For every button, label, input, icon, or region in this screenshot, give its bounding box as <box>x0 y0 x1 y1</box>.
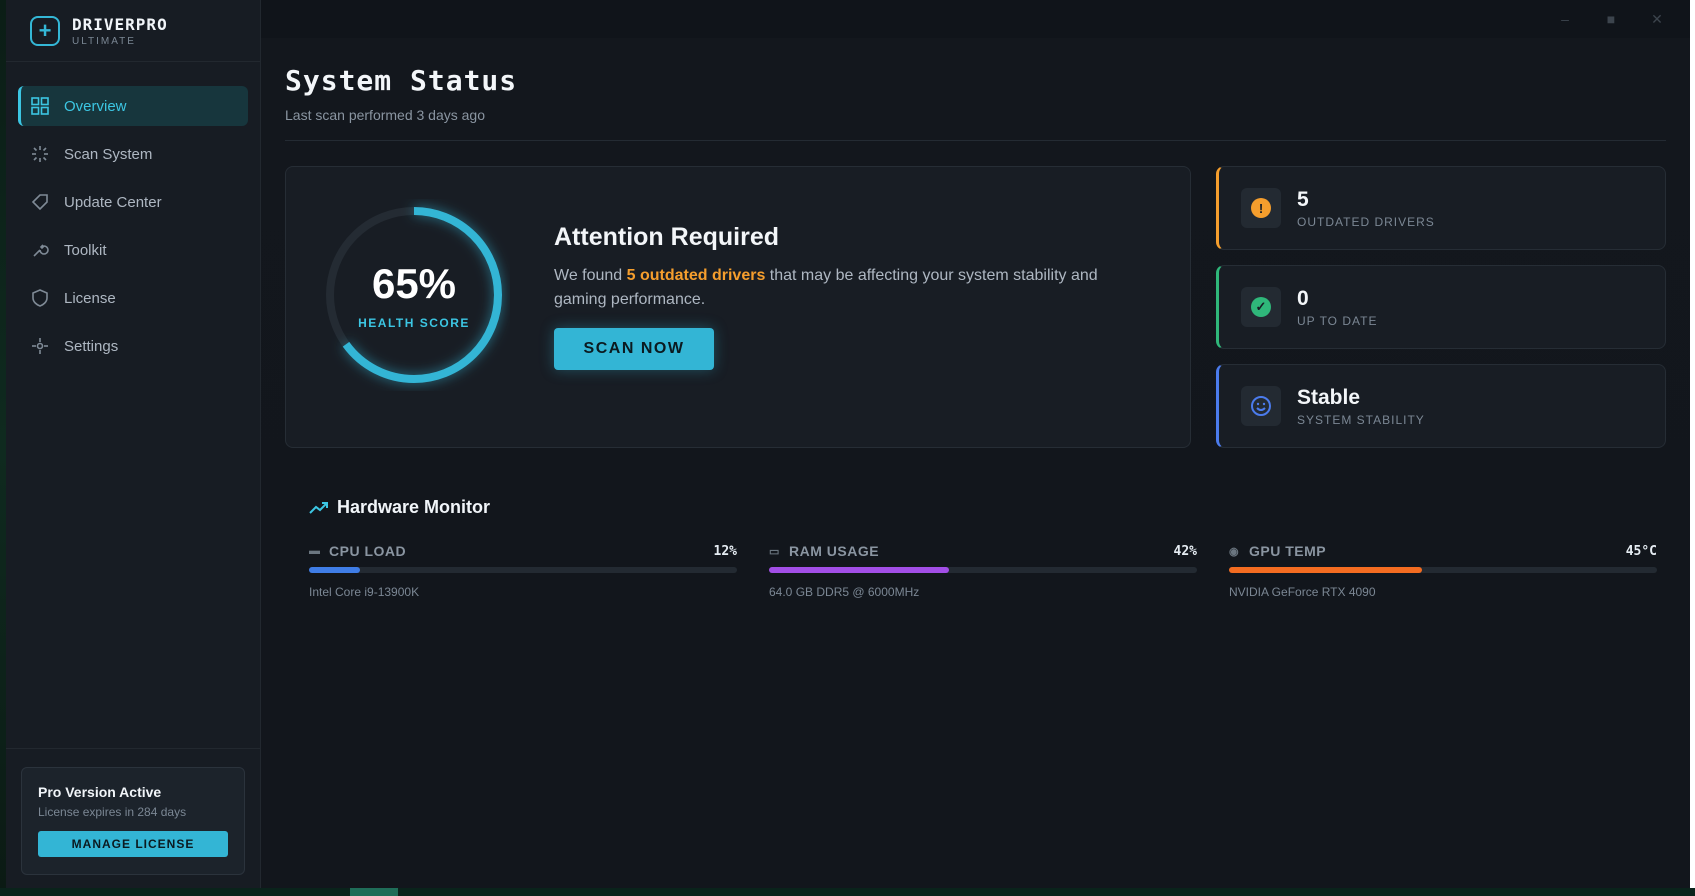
stat-card-up-to-date: ✓ 0 UP TO DATE <box>1216 265 1666 349</box>
hw-name: CPU LOAD <box>329 543 407 559</box>
page-subtitle: Last scan performed 3 days ago <box>285 107 486 123</box>
hw-value: 45°C <box>1625 543 1657 559</box>
sidebar-item-label: Toolkit <box>64 241 107 259</box>
manage-license-button[interactable]: MANAGE LICENSE <box>38 831 228 857</box>
close-icon[interactable]: ✕ <box>1634 11 1680 28</box>
memory-icon: ▭ <box>769 545 780 558</box>
page-title: System Status <box>285 64 518 97</box>
taskbar <box>0 888 1695 896</box>
hw-detail: Intel Core i9-13900K <box>309 585 420 599</box>
sidebar-item-settings[interactable]: Settings <box>18 326 248 366</box>
maximize-icon[interactable]: ■ <box>1588 11 1634 27</box>
attention-title: Attention Required <box>554 223 779 251</box>
warning-icon: ! <box>1251 198 1271 218</box>
hardware-monitor-header: Hardware Monitor <box>309 497 490 518</box>
brand: + DRIVERPRO ULTIMATE <box>6 0 260 62</box>
hw-gpu: ◉ GPU TEMP 45°C NVIDIA GeForce RTX 4090 <box>1229 543 1657 599</box>
gauge-text: 65% HEALTH SCORE <box>318 199 510 391</box>
tag-icon <box>30 192 50 212</box>
license-expiry: License expires in 284 days <box>38 805 187 819</box>
grid-icon <box>30 96 50 116</box>
sidebar: + DRIVERPRO ULTIMATE Overview Scan Syste… <box>6 0 261 890</box>
sidebar-item-license[interactable]: License <box>18 278 248 318</box>
shield-icon <box>30 288 50 308</box>
hw-track <box>309 567 737 573</box>
trending-up-icon <box>309 501 328 514</box>
sidebar-item-label: Scan System <box>64 145 153 163</box>
gpu-temp-icon: ◉ <box>1229 545 1240 558</box>
header-divider <box>285 140 1666 141</box>
sidebar-item-label: Settings <box>64 337 119 355</box>
sidebar-item-label: License <box>64 289 116 307</box>
sidebar-nav: Overview Scan System Update Center Toolk… <box>6 62 260 366</box>
cpu-load-bar <box>309 567 361 573</box>
attention-message: We found 5 outdated drivers that may be … <box>554 264 1154 312</box>
stat-card-stability: Stable SYSTEM STABILITY <box>1216 364 1666 448</box>
ram-usage-bar <box>769 567 949 573</box>
license-card: Pro Version Active License expires in 28… <box>21 767 245 875</box>
stat-label: SYSTEM STABILITY <box>1297 412 1425 427</box>
hw-value: 42% <box>1173 543 1197 559</box>
hw-cpu: ▬ CPU LOAD 12% Intel Core i9-13900K <box>309 543 737 599</box>
hw-name: GPU TEMP <box>1249 543 1327 559</box>
hw-track <box>1229 567 1657 573</box>
divider <box>6 748 261 749</box>
stat-label: OUTDATED DRIVERS <box>1297 214 1435 229</box>
main-content: – ■ ✕ System Status Last scan performed … <box>261 0 1690 890</box>
cpu-icon: ▬ <box>309 545 321 557</box>
health-card: 65% HEALTH SCORE Attention Required We f… <box>285 166 1191 448</box>
check-icon: ✓ <box>1251 297 1271 317</box>
stat-value: 0 <box>1297 286 1309 310</box>
sidebar-item-label: Update Center <box>64 193 162 211</box>
stat-card-outdated: ! 5 OUTDATED DRIVERS <box>1216 166 1666 250</box>
sidebar-item-scan-system[interactable]: Scan System <box>18 134 248 174</box>
message-prefix: We found <box>554 267 627 284</box>
titlebar: – ■ ✕ <box>261 0 1690 38</box>
stat-icon-box: ✓ <box>1241 287 1281 327</box>
hw-name: RAM USAGE <box>789 543 880 559</box>
scan-icon <box>30 144 50 164</box>
sidebar-item-update-center[interactable]: Update Center <box>18 182 248 222</box>
app-window: + DRIVERPRO ULTIMATE Overview Scan Syste… <box>6 0 1690 890</box>
stat-icon-box: ! <box>1241 188 1281 228</box>
settings-icon <box>30 336 50 356</box>
stat-label: UP TO DATE <box>1297 313 1378 328</box>
hw-detail: 64.0 GB DDR5 @ 6000MHz <box>769 585 920 599</box>
stat-icon-box <box>1241 386 1281 426</box>
sidebar-item-label: Overview <box>64 97 127 115</box>
minimize-icon[interactable]: – <box>1542 11 1588 27</box>
sidebar-item-toolkit[interactable]: Toolkit <box>18 230 248 270</box>
taskbar-active-app[interactable] <box>350 888 398 896</box>
license-title: Pro Version Active <box>38 784 162 800</box>
brand-name: DRIVERPRO <box>72 14 168 34</box>
hw-ram: ▭ RAM USAGE 42% 64.0 GB DDR5 @ 6000MHz <box>769 543 1197 599</box>
hw-value: 12% <box>713 543 737 559</box>
scan-now-button[interactable]: SCAN NOW <box>554 328 714 370</box>
hardware-monitor-title: Hardware Monitor <box>337 497 491 517</box>
hw-detail: NVIDIA GeForce RTX 4090 <box>1229 585 1376 599</box>
stat-value: Stable <box>1297 385 1361 409</box>
wrench-icon <box>30 240 50 260</box>
health-score-value: 65% <box>371 260 457 307</box>
smile-icon <box>1251 396 1271 416</box>
page-header: System Status Last scan performed 3 days… <box>285 64 517 123</box>
attention-block: Attention Required We found 5 outdated d… <box>554 223 1154 370</box>
health-score-label: HEALTH SCORE <box>358 316 470 330</box>
stat-value: 5 <box>1297 187 1309 211</box>
gpu-temp-bar <box>1229 567 1422 573</box>
brand-edition: ULTIMATE <box>72 35 136 47</box>
sidebar-item-overview[interactable]: Overview <box>18 86 248 126</box>
plus-logo-icon: + <box>30 15 60 46</box>
hw-track <box>769 567 1197 573</box>
outdated-drivers-highlight: 5 outdated drivers <box>626 267 766 284</box>
